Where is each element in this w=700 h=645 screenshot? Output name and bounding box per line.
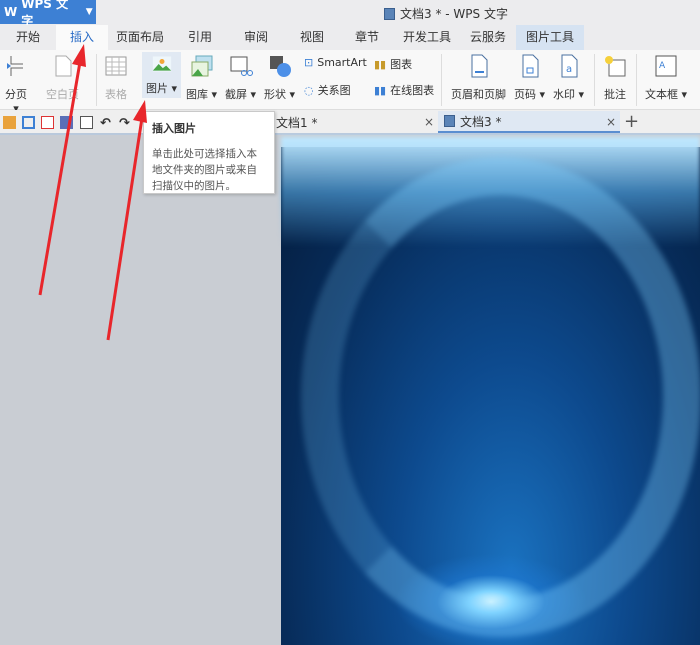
red-arrow-icon: [38, 44, 86, 296]
annotation-arrows: [38, 44, 147, 341]
red-arrow-icon: [106, 100, 147, 341]
